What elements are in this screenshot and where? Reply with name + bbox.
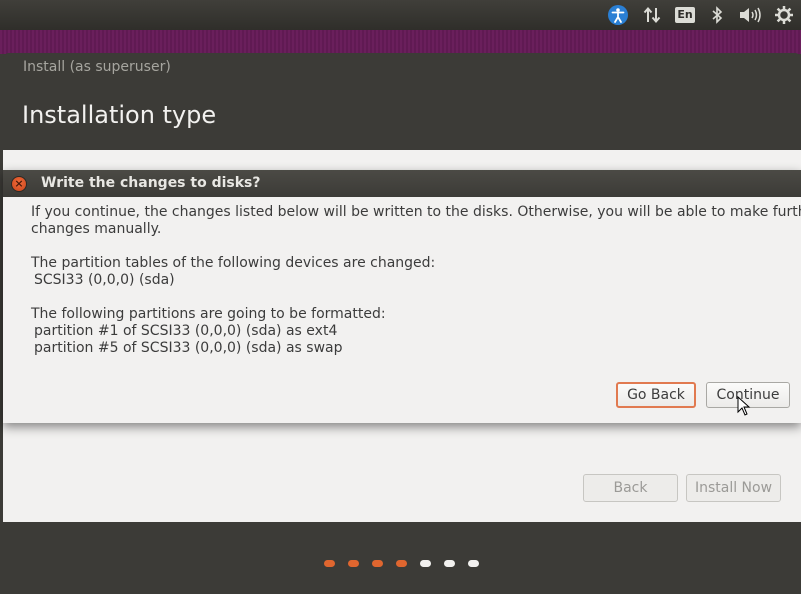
keyboard-layout-label: En xyxy=(675,7,695,23)
progress-dot xyxy=(444,560,455,567)
bluetooth-icon[interactable] xyxy=(708,4,726,26)
keyboard-layout-indicator[interactable]: En xyxy=(675,4,695,26)
format-heading: The following partitions are going to be… xyxy=(31,306,386,322)
go-back-button[interactable]: Go Back xyxy=(616,382,696,408)
partition-table-item: SCSI33 (0,0,0) (sda) xyxy=(34,272,175,288)
back-button[interactable]: Back xyxy=(583,474,678,502)
desktop-background xyxy=(0,30,801,54)
progress-dot xyxy=(372,560,383,567)
window-title: Install (as superuser) xyxy=(23,59,171,75)
progress-dot xyxy=(420,560,431,567)
network-icon[interactable] xyxy=(641,4,663,26)
progress-dot xyxy=(348,560,359,567)
progress-dot xyxy=(324,560,335,567)
dialog-intro-line2: changes manually. xyxy=(31,221,162,237)
install-now-button[interactable]: Install Now xyxy=(686,474,781,502)
format-item: partition #5 of SCSI33 (0,0,0) (sda) as … xyxy=(34,340,343,356)
partition-tables-heading: The partition tables of the following de… xyxy=(31,255,436,271)
top-panel: En xyxy=(0,0,801,30)
dialog-title: Write the changes to disks? xyxy=(41,175,261,191)
page-title: Installation type xyxy=(22,101,217,129)
progress-dot xyxy=(396,560,407,567)
accessibility-icon[interactable] xyxy=(607,4,629,26)
confirm-dialog: × Write the changes to disks? If you con… xyxy=(3,170,801,423)
volume-icon[interactable] xyxy=(737,4,763,26)
mouse-cursor-icon xyxy=(737,395,751,420)
close-icon[interactable]: × xyxy=(11,176,27,192)
session-icon[interactable] xyxy=(773,4,795,26)
dialog-titlebar: × Write the changes to disks? xyxy=(3,170,801,197)
progress-dot xyxy=(468,560,479,567)
dialog-intro-line1: If you continue, the changes listed belo… xyxy=(31,204,801,220)
format-item: partition #1 of SCSI33 (0,0,0) (sda) as … xyxy=(34,323,338,339)
